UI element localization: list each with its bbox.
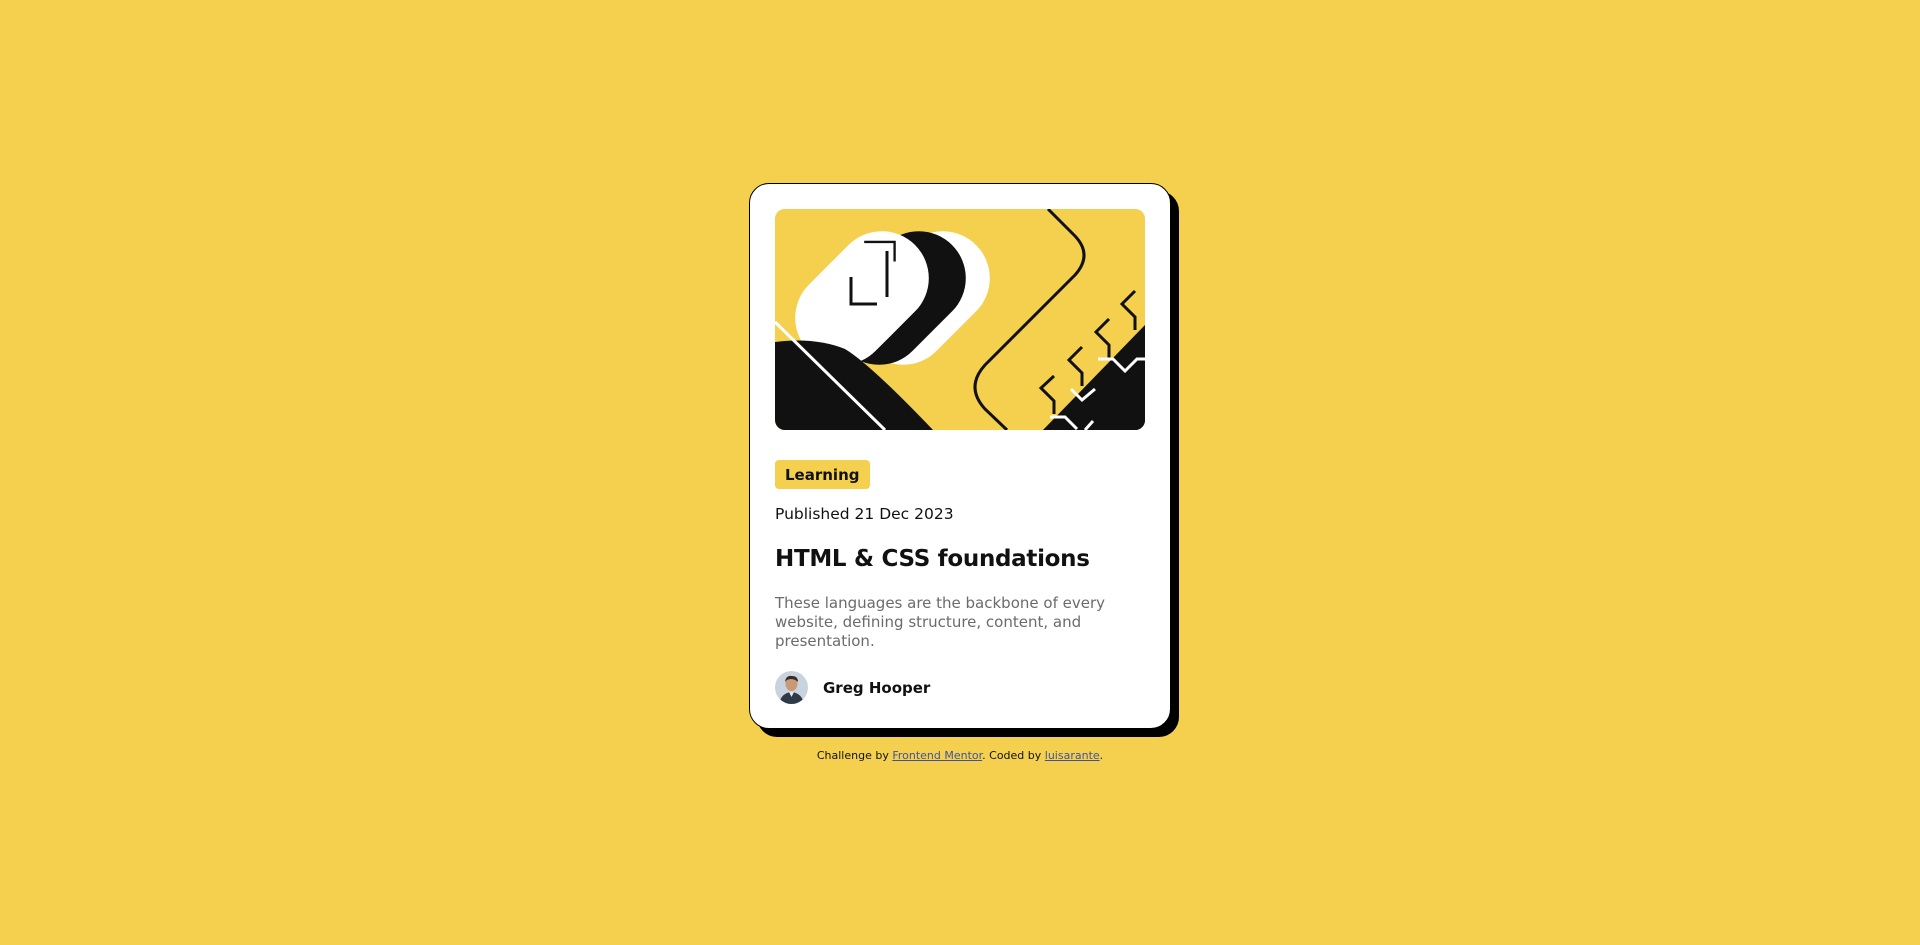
attribution-middle: . Coded by xyxy=(982,749,1045,762)
attribution: Challenge by Frontend Mentor. Coded by l… xyxy=(0,749,1920,763)
abstract-illustration-icon xyxy=(775,209,1145,430)
author-name: Greg Hooper xyxy=(823,678,931,697)
published-date: Published 21 Dec 2023 xyxy=(775,505,954,523)
author-profile-link[interactable]: luisarante xyxy=(1045,749,1100,762)
card-title[interactable]: HTML & CSS foundations xyxy=(775,544,1145,574)
category-tag: Learning xyxy=(775,460,870,489)
card-excerpt: These languages are the backbone of ever… xyxy=(775,594,1105,650)
attribution-prefix: Challenge by xyxy=(816,749,893,762)
avatar xyxy=(775,671,808,704)
author: Greg Hooper xyxy=(775,671,1145,704)
illustration-image xyxy=(775,209,1145,430)
frontend-mentor-link[interactable]: Frontend Mentor xyxy=(892,749,982,762)
blog-card: Learning Published 21 Dec 2023 HTML & CS… xyxy=(749,183,1171,729)
attribution-suffix: . xyxy=(1099,749,1104,762)
person-avatar-icon xyxy=(775,671,808,704)
